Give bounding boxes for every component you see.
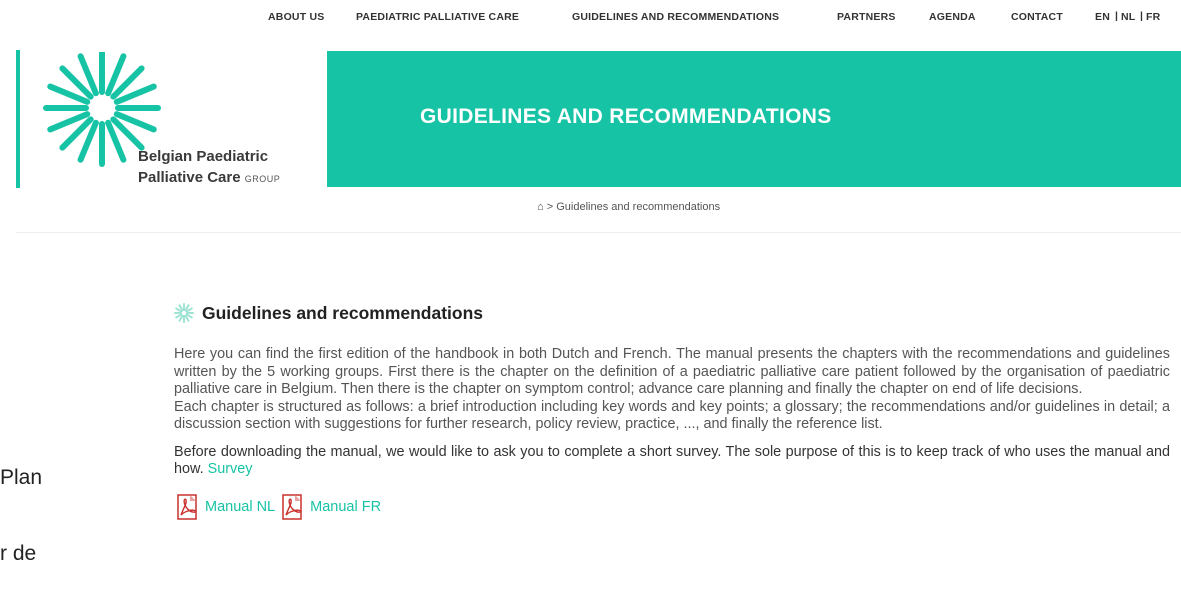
pdf-icon: [282, 493, 302, 520]
survey-text: Before downloading the manual, we would …: [174, 443, 1170, 478]
intro-paragraph-1: Here you can find the first edition of t…: [174, 346, 1170, 397]
stray-text-1: Plan: [0, 466, 43, 489]
logo-line-1: Belgian Paediatric: [138, 148, 269, 165]
sunburst-icon: [174, 303, 194, 323]
main-content: Guidelines and recommendations Here you …: [174, 300, 1170, 521]
breadcrumb: ⌂ > Guidelines and recommendations: [537, 201, 720, 213]
stray-text-2: r de: [0, 542, 37, 565]
downloads: Manual NL Manual FR: [174, 493, 1170, 521]
intro-paragraph-2: Each chapter is structured as follows: a…: [174, 398, 1170, 433]
nav-paediatric-palliative-care[interactable]: PAEDIATRIC PALLIATIVE CARE: [356, 11, 519, 23]
lang-separator: |: [1115, 10, 1118, 22]
divider: [16, 232, 1181, 233]
logo-text: Belgian Paediatric Palliative Care GROUP: [138, 146, 280, 190]
intro-text: Here you can find the first edition of t…: [174, 346, 1170, 434]
breadcrumb-current: Guidelines and recommendations: [556, 201, 721, 213]
logo-line-2: Palliative Care GROUP: [138, 167, 280, 190]
section-heading: Guidelines and recommendations: [174, 300, 1170, 326]
manual-fr-link[interactable]: Manual FR: [279, 493, 381, 521]
breadcrumb-separator: >: [546, 201, 554, 213]
nav-agenda[interactable]: AGENDA: [929, 11, 976, 23]
nav-guidelines[interactable]: GUIDELINES AND RECOMMENDATIONS: [572, 11, 779, 23]
manual-nl-link[interactable]: Manual NL: [174, 493, 275, 521]
banner-title: GUIDELINES AND RECOMMENDATIONS: [420, 105, 832, 128]
page-banner: GUIDELINES AND RECOMMENDATIONS: [327, 51, 1181, 187]
lang-en[interactable]: EN: [1095, 11, 1110, 23]
survey-link[interactable]: Survey: [208, 461, 253, 477]
top-navigation: ABOUT US PAEDIATRIC PALLIATIVE CARE GUID…: [0, 0, 1181, 34]
nav-about-us[interactable]: ABOUT US: [268, 11, 324, 23]
lang-nl[interactable]: NL: [1121, 11, 1135, 23]
manual-nl-label: Manual NL: [205, 498, 276, 515]
nav-contact[interactable]: CONTACT: [1011, 11, 1063, 23]
lang-separator: |: [1140, 10, 1143, 22]
lang-fr[interactable]: FR: [1146, 11, 1160, 23]
nav-partners[interactable]: PARTNERS: [837, 11, 896, 23]
logo-line-2-main: Palliative Care: [138, 169, 241, 186]
section-heading-text: Guidelines and recommendations: [202, 302, 484, 323]
home-icon[interactable]: ⌂: [537, 201, 544, 213]
survey-paragraph: Before downloading the manual, we would …: [174, 444, 1170, 479]
logo-line-2-small: GROUP: [244, 174, 281, 184]
pdf-icon: [177, 493, 197, 520]
site-logo[interactable]: Belgian Paediatric Palliative Care GROUP: [16, 50, 327, 188]
manual-fr-label: Manual FR: [310, 498, 382, 515]
